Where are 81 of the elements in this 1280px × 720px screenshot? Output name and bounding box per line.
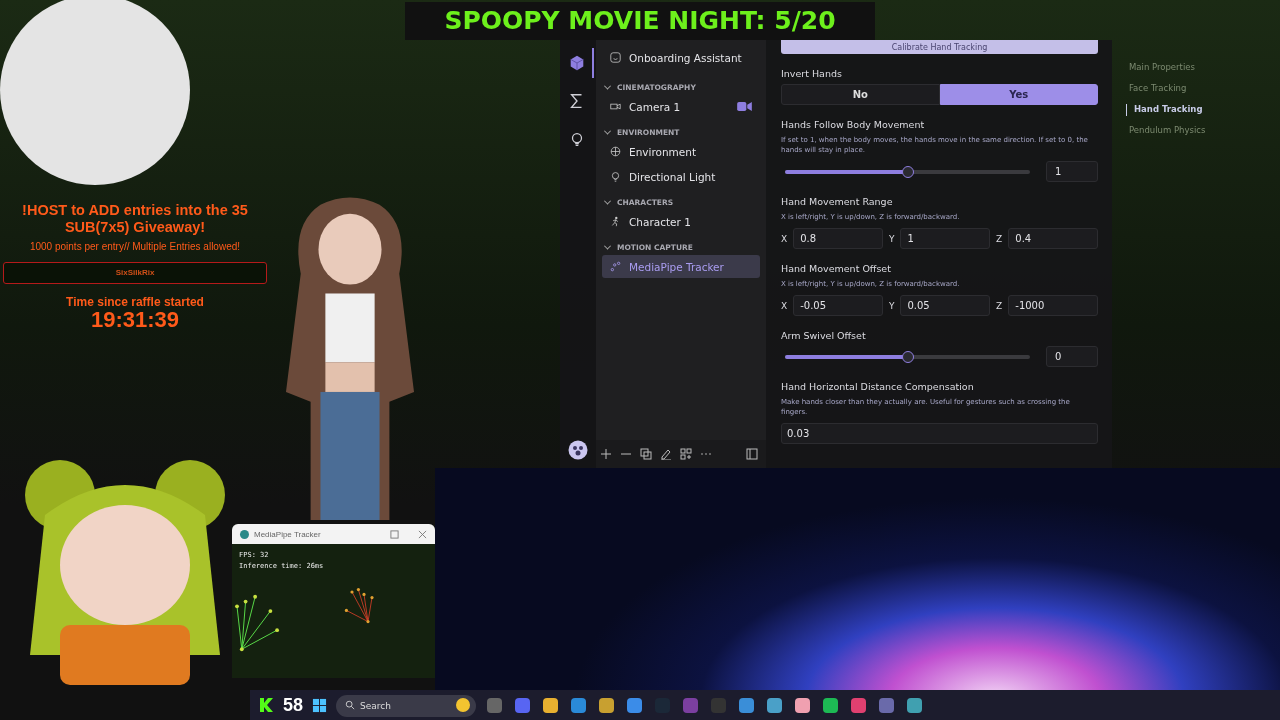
field-label: Arm Swivel Offset: [781, 330, 867, 341]
giveaway-headline: !HOST to ADD entries into the 35 SUB(7x5) Giveaway!: [21, 202, 249, 236]
app-icon[interactable]: [795, 697, 811, 713]
lightbulb-icon: [610, 171, 621, 182]
field-label: Hand Horizontal Distance Compensation: [781, 381, 975, 392]
k-logo-icon: [258, 697, 274, 713]
timer-label: Time since raffle started: [66, 295, 204, 309]
tree-item-label: Camera 1: [629, 100, 681, 113]
field-label: Hand Movement Range: [781, 196, 894, 207]
tree-item[interactable]: Environment: [602, 140, 760, 163]
tree-item-label: Environment: [629, 145, 697, 158]
search-field[interactable]: Search: [336, 695, 477, 717]
number-field[interactable]: -0.05: [793, 295, 883, 316]
app-icon[interactable]: [515, 697, 531, 713]
window-title: MediaPipe Tracker: [254, 529, 322, 539]
app-icon[interactable]: [627, 697, 643, 713]
number-field[interactable]: 0.05: [900, 295, 991, 316]
app-icon[interactable]: [571, 697, 587, 713]
number-field[interactable]: 0.8: [793, 228, 883, 249]
viewer-count: 58: [283, 694, 304, 716]
nodes-icon: [610, 261, 621, 272]
tree-item[interactable]: MediaPipe Tracker: [602, 255, 760, 278]
axis-label: Y: [888, 300, 895, 311]
smiley-icon: [610, 52, 621, 63]
app-icon[interactable]: [767, 697, 783, 713]
axis-label: Z: [996, 300, 1003, 311]
calibrate-button[interactable]: Calibrate Hand Tracking: [781, 40, 1098, 54]
field-label: Hands Follow Body Movement: [781, 119, 926, 130]
globe-icon: [610, 146, 621, 157]
cube-icon: [568, 54, 586, 72]
axis-label: Z: [996, 233, 1003, 244]
number-field[interactable]: 1: [1046, 161, 1098, 182]
close-icon[interactable]: [418, 529, 427, 539]
field-label: Hand Movement Offset: [781, 263, 892, 274]
paw-icon[interactable]: [568, 440, 588, 460]
running-figure-icon: [610, 216, 621, 227]
app-icon[interactable]: [907, 697, 923, 713]
raffle-timer: 19:31:39: [90, 309, 180, 331]
axis-label: Y: [888, 233, 895, 244]
axis-label: X: [781, 233, 788, 244]
section-link[interactable]: Pendulum Physics: [1126, 125, 1206, 137]
number-field[interactable]: 0: [1046, 346, 1098, 367]
app-icon[interactable]: [599, 697, 615, 713]
grid-add-icon[interactable]: [680, 448, 692, 460]
app-icon[interactable]: [823, 697, 839, 713]
search-icon: [345, 700, 356, 710]
number-field[interactable]: 0.03: [781, 423, 1098, 444]
tree-item[interactable]: Character 1: [602, 210, 760, 233]
toggle-option[interactable]: Yes: [939, 84, 1098, 105]
number-field[interactable]: 0.4: [1008, 228, 1098, 249]
hand-landmarks-drawing: [344, 586, 376, 626]
tree-item[interactable]: Camera 1: [602, 95, 760, 118]
camera-icon: [610, 101, 621, 112]
number-field[interactable]: 1: [900, 228, 991, 249]
app-icon[interactable]: [851, 697, 867, 713]
section-link[interactable]: Face Tracking: [1126, 83, 1206, 95]
tree-item-label: Onboarding Assistant: [629, 51, 742, 64]
pencil-icon[interactable]: [660, 448, 672, 460]
app-icon[interactable]: [543, 697, 559, 713]
duplicate-icon[interactable]: [640, 448, 652, 460]
hand-landmarks-drawing: [234, 592, 282, 654]
tree-item-label: Directional Light: [629, 170, 716, 183]
number-field[interactable]: -1000: [1008, 295, 1098, 316]
add-icon[interactable]: [600, 448, 612, 460]
field-label: Invert Hands: [781, 68, 843, 79]
app-logo-icon: [240, 529, 249, 539]
section-link[interactable]: Main Properties: [1126, 62, 1206, 74]
toggle-option[interactable]: No: [781, 84, 940, 105]
section-link[interactable]: Hand Tracking: [1126, 104, 1206, 116]
tree-item-label: Character 1: [629, 215, 691, 228]
panel-toggle-icon[interactable]: [746, 448, 758, 460]
app-icon[interactable]: [739, 697, 755, 713]
giveaway-subtext: 1000 points per entry// Multiple Entries allowed!: [29, 241, 241, 252]
banner-title: SPOOPY MOVIE NIGHT: 5/20: [405, 2, 875, 40]
entrant-name: SixSilkRix: [3, 262, 267, 284]
windows-start-icon[interactable]: [312, 697, 328, 713]
tree-item-label: MediaPipe Tracker: [629, 260, 724, 273]
tree-item[interactable]: Directional Light: [602, 165, 760, 188]
video-camera-icon: [737, 101, 752, 112]
axis-label: X: [781, 300, 788, 311]
tree-item[interactable]: Onboarding Assistant: [602, 46, 760, 69]
